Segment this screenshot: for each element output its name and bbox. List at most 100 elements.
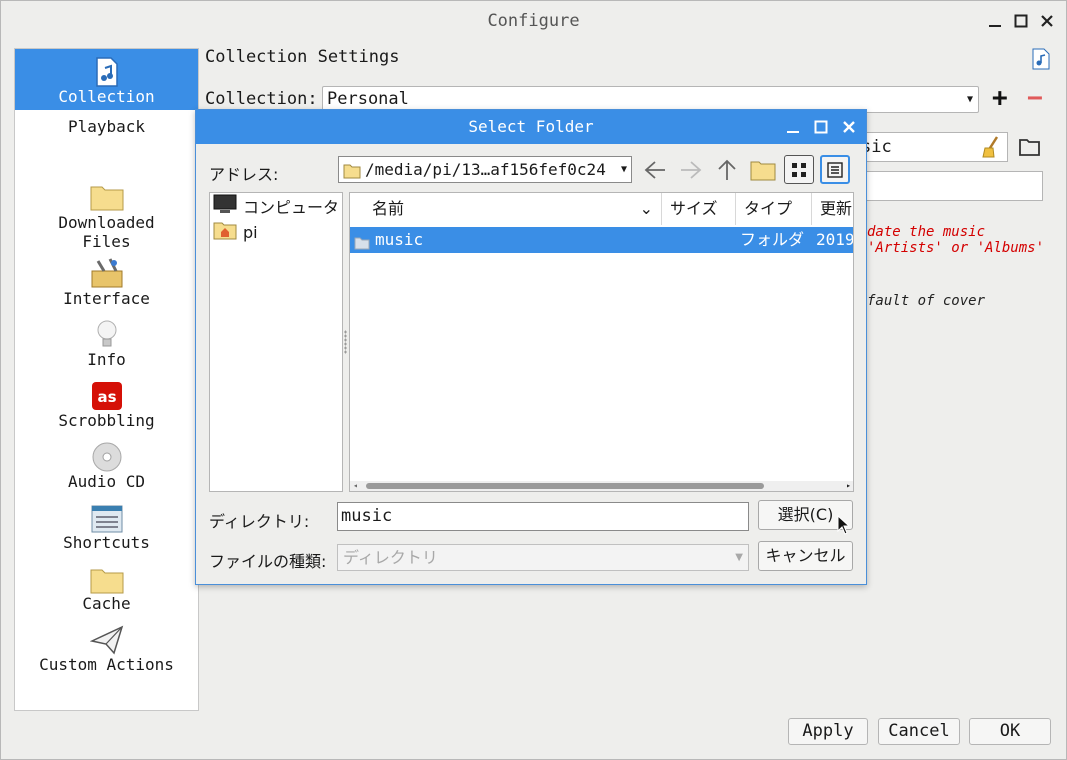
file-type: フォルダ <box>740 230 805 249</box>
folder-icon <box>354 232 370 258</box>
sidebar-item-info[interactable]: Info <box>15 318 198 369</box>
cd-icon <box>15 440 198 472</box>
sidebar-item-label: Playback <box>67 117 146 136</box>
folder-icon <box>343 161 361 182</box>
filetype-select[interactable]: ディレクトリ ▼ <box>337 544 749 571</box>
page-title: Collection Settings <box>205 47 400 67</box>
toolbox-icon <box>15 257 198 289</box>
sidebar-item-cache[interactable]: Cache <box>15 562 198 613</box>
broom-icon[interactable] <box>981 136 1001 167</box>
sidebar-item-playback[interactable]: Playback <box>15 117 198 136</box>
file-name: music <box>375 230 424 249</box>
sidebar-item-label: Audio CD <box>67 472 146 491</box>
horizontal-scrollbar[interactable]: ◂ ▸ <box>350 481 853 491</box>
folder-open-icon[interactable] <box>1018 137 1042 161</box>
maximize-icon[interactable] <box>810 116 832 138</box>
dialog-title: Select Folder <box>468 117 594 136</box>
places-panel: コンピュータ pi <box>209 192 343 492</box>
ok-button[interactable]: OK <box>969 718 1051 745</box>
select-folder-dialog: Select Folder アドレス: /media/pi/13…af156fe… <box>195 109 867 585</box>
new-folder-icon[interactable] <box>748 155 778 184</box>
list-view-icon[interactable] <box>820 155 850 184</box>
column-header-modified[interactable]: 更新日 <box>812 193 853 225</box>
sidebar-item-label: Custom Actions <box>39 655 174 674</box>
icon-view-icon[interactable] <box>784 155 814 184</box>
scroll-left-icon[interactable]: ◂ <box>353 481 358 490</box>
collection-label: Collection: <box>205 89 318 109</box>
sidebar-item-label: Collection <box>58 87 155 106</box>
place-label: pi <box>243 222 258 242</box>
sidebar-item-label: Shortcuts <box>63 533 150 552</box>
sidebar-item-custom-actions[interactable]: Custom Actions <box>15 623 198 674</box>
place-item-computer[interactable]: コンピュータ <box>210 193 342 219</box>
column-header-label: 名前 <box>372 199 405 218</box>
column-header-size[interactable]: サイズ <box>662 193 736 225</box>
splitter-handle[interactable] <box>344 330 347 354</box>
sidebar-item-scrobbling[interactable]: as Scrobbling <box>15 379 198 430</box>
sidebar-item-interface[interactable]: Interface <box>15 257 198 308</box>
sidebar-item-shortcuts[interactable]: Shortcuts <box>15 501 198 552</box>
column-header-label: タイプ <box>744 199 793 218</box>
directory-input[interactable]: music <box>337 502 749 531</box>
settings-sidebar: Collection Playback Downloaded Files Int… <box>14 48 199 711</box>
collection-value: Personal <box>327 89 409 109</box>
window-controls <box>984 10 1058 32</box>
dialog-cancel-button[interactable]: キャンセル <box>758 541 853 571</box>
window-title: Configure <box>487 11 580 31</box>
sidebar-item-label: Info <box>87 350 126 369</box>
music-folder-field[interactable]: sic <box>856 132 1008 162</box>
warning-note-line: 'Artists' or 'Albums' <box>867 240 1045 256</box>
directory-value: music <box>341 506 393 526</box>
window-titlebar: Configure <box>1 1 1066 41</box>
forward-icon[interactable] <box>676 155 706 184</box>
column-header-name[interactable]: 名前 ⌄ <box>350 193 662 225</box>
up-icon[interactable] <box>712 155 742 184</box>
minimize-icon[interactable] <box>984 10 1006 32</box>
sidebar-item-label: Downloaded Files <box>58 213 155 251</box>
lightbulb-icon <box>15 318 198 350</box>
sidebar-item-collection[interactable]: Collection <box>15 49 198 110</box>
folder-icon <box>15 179 198 211</box>
cancel-button[interactable]: Cancel <box>878 718 960 745</box>
back-icon[interactable] <box>640 155 670 184</box>
add-collection-button[interactable]: + <box>992 85 1008 111</box>
chevron-down-icon: ▼ <box>966 94 973 105</box>
address-combo[interactable]: /media/pi/13…af156fef0c24 ▼ <box>338 156 632 183</box>
sidebar-item-label: Scrobbling <box>58 411 155 430</box>
apply-button[interactable]: Apply <box>788 718 868 745</box>
place-item-pi[interactable]: pi <box>210 219 342 245</box>
scrollbar-thumb[interactable] <box>366 483 764 489</box>
chevron-down-icon: ⌄ <box>639 199 653 218</box>
home-folder-icon <box>213 220 237 244</box>
warning-note: date the music 'Artists' or 'Albums' <box>867 224 1044 256</box>
dialog-titlebar: Select Folder <box>196 110 866 144</box>
table-row[interactable]: music フォルダ 2019 <box>350 227 853 253</box>
mouse-cursor-icon <box>837 514 851 539</box>
chevron-down-icon: ▼ <box>620 164 627 175</box>
place-label: コンピュータ <box>243 198 340 217</box>
file-modified: 2019 <box>816 230 854 249</box>
address-value: /media/pi/13…af156fef0c24 <box>365 160 606 179</box>
minimize-icon[interactable] <box>782 116 804 138</box>
column-header-type[interactable]: タイプ <box>736 193 812 225</box>
warning-note-line: date the music <box>867 224 986 240</box>
shortcuts-icon <box>15 501 198 533</box>
column-header-label: サイズ <box>670 199 718 218</box>
file-list: 名前 ⌄ サイズ タイプ 更新日 music フォルダ 2019 ◂ ▸ <box>349 192 854 492</box>
close-icon[interactable] <box>1036 10 1058 32</box>
sidebar-item-audio-cd[interactable]: Audio CD <box>15 440 198 491</box>
filetype-label: ファイルの種類: <box>209 552 327 571</box>
scroll-right-icon[interactable]: ▸ <box>846 481 851 490</box>
secondary-field[interactable] <box>856 171 1043 201</box>
close-icon[interactable] <box>838 116 860 138</box>
chevron-down-icon: ▼ <box>735 552 743 563</box>
navigation-toolbar <box>640 155 850 184</box>
info-note: fault of cover <box>867 293 986 309</box>
sidebar-item-downloaded-files[interactable]: Downloaded Files <box>15 179 198 251</box>
sidebar-item-label: Cache <box>82 594 131 613</box>
folder-icon <box>15 562 198 594</box>
column-header-label: 更新日 <box>820 199 853 218</box>
paper-plane-icon <box>15 623 198 655</box>
remove-collection-button[interactable]: − <box>1027 85 1043 111</box>
maximize-icon[interactable] <box>1010 10 1032 32</box>
